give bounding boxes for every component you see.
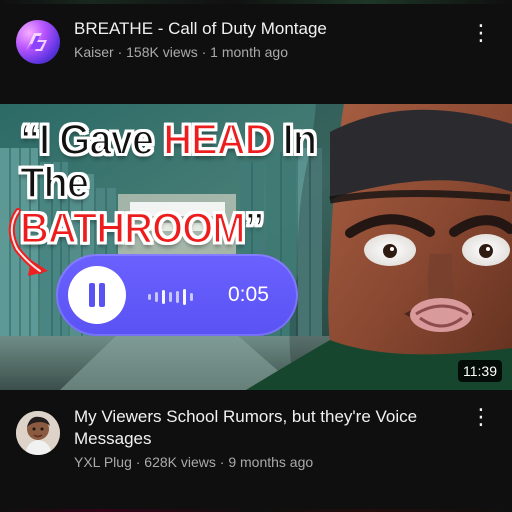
gaming-logo-icon xyxy=(16,20,60,64)
waveform-bar xyxy=(183,289,186,305)
channel-avatar[interactable] xyxy=(16,411,60,455)
video-row-1[interactable]: BREATHE - Call of Duty Montage Kaiser · … xyxy=(0,14,512,76)
video-text-block[interactable]: My Viewers School Rumors, but they're Vo… xyxy=(74,406,459,471)
more-vertical-icon[interactable]: ⋮ xyxy=(470,22,492,44)
video-metadata: YXL Plug · 628K views · 9 months ago xyxy=(74,454,314,470)
waveform-bar xyxy=(169,292,172,302)
video-metadata: Kaiser · 158K views · 1 month ago xyxy=(74,44,288,60)
video-title[interactable]: BREATHE - Call of Duty Montage xyxy=(74,18,459,40)
voice-message-player: 0:05 xyxy=(56,254,298,336)
youtube-feed-screen: BREATHE - Call of Duty Montage Kaiser · … xyxy=(0,0,512,512)
waveform-bar xyxy=(162,290,165,304)
video-title[interactable]: My Viewers School Rumors, but they're Vo… xyxy=(74,406,459,450)
waveform-bar xyxy=(190,293,193,301)
more-vertical-icon[interactable]: ⋮ xyxy=(470,406,492,428)
channel-avatar[interactable] xyxy=(16,20,60,64)
top-preview-strip xyxy=(0,0,512,4)
video-row-2[interactable]: My Viewers School Rumors, but they're Vo… xyxy=(0,405,512,487)
audio-waveform xyxy=(148,288,210,306)
thumbnail-art xyxy=(0,104,512,390)
video-duration-badge: 11:39 xyxy=(458,360,502,382)
voice-message-time: 0:05 xyxy=(228,283,269,306)
waveform-bar xyxy=(176,291,179,303)
pause-button[interactable] xyxy=(68,266,126,324)
video-text-block[interactable]: BREATHE - Call of Duty Montage Kaiser · … xyxy=(74,18,459,61)
creator-avatar-icon xyxy=(16,411,60,455)
waveform-bar xyxy=(148,294,151,300)
video-thumbnail[interactable]: “I Gave HEAD In The BATHROOM” 0:05 11:39 xyxy=(0,104,512,390)
pause-icon xyxy=(88,283,106,307)
waveform-bar xyxy=(155,292,158,302)
